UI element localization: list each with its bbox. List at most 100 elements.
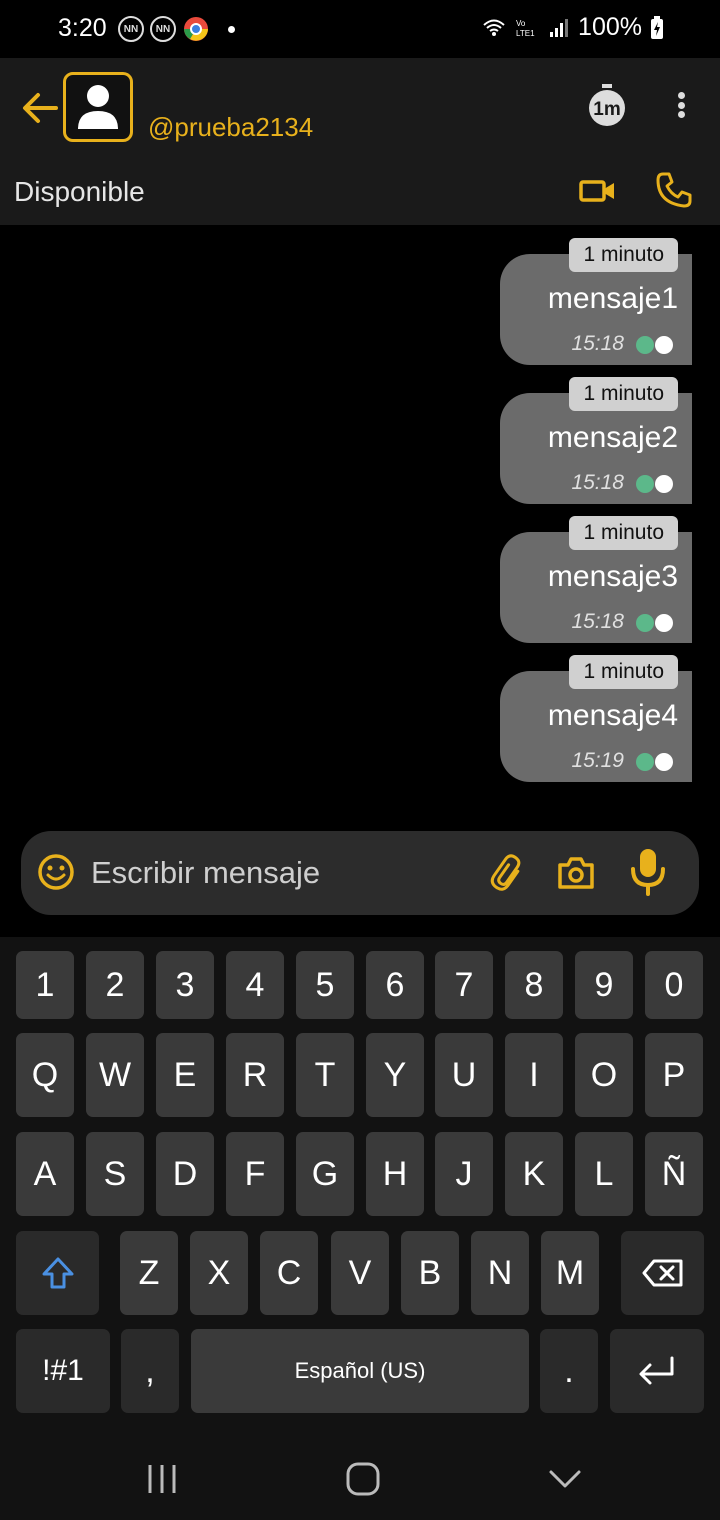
message-item[interactable]: 1 minuto mensaje4 15:19 <box>500 655 692 782</box>
message-time: 15:18 <box>571 471 624 494</box>
key-b[interactable]: B <box>401 1231 459 1315</box>
key-d[interactable]: D <box>156 1132 214 1216</box>
key-2[interactable]: 2 <box>86 951 144 1019</box>
overflow-menu-icon[interactable] <box>664 88 698 122</box>
key-p[interactable]: P <box>645 1033 703 1117</box>
message-item[interactable]: 1 minuto mensaje2 15:18 <box>500 377 692 504</box>
camera-icon[interactable] <box>556 853 596 893</box>
chat-header: @prueba2134 1m Disponible <box>0 58 720 225</box>
key-k[interactable]: K <box>505 1132 563 1216</box>
key-g[interactable]: G <box>296 1132 354 1216</box>
key-n[interactable]: N <box>471 1231 529 1315</box>
key-l[interactable]: L <box>575 1132 633 1216</box>
key-4[interactable]: 4 <box>226 951 284 1019</box>
period-key[interactable]: . <box>540 1329 598 1413</box>
back-chevron-icon[interactable] <box>545 1459 585 1499</box>
key-w[interactable]: W <box>86 1033 144 1117</box>
key-x[interactable]: X <box>190 1231 248 1315</box>
key-j[interactable]: J <box>435 1132 493 1216</box>
message-list[interactable]: 1 minuto mensaje1 15:18 1 minuto mensaje… <box>0 225 720 835</box>
notification-icons: NN NN <box>118 15 235 43</box>
key-6[interactable]: 6 <box>366 951 424 1019</box>
key-m[interactable]: M <box>541 1231 599 1315</box>
message-input[interactable] <box>91 851 471 895</box>
key-a[interactable]: A <box>16 1132 74 1216</box>
key-1[interactable]: 1 <box>16 951 74 1019</box>
key-9[interactable]: 9 <box>575 951 633 1019</box>
message-item[interactable]: 1 minuto mensaje1 15:18 <box>500 238 692 365</box>
key-t[interactable]: T <box>296 1033 354 1117</box>
contact-avatar[interactable] <box>63 72 133 142</box>
self-destruct-badge: 1 minuto <box>569 238 678 272</box>
space-key[interactable]: Español (US) <box>191 1329 529 1413</box>
home-icon[interactable] <box>343 1459 383 1499</box>
shift-key[interactable] <box>16 1231 99 1315</box>
message-text: mensaje2 <box>547 421 678 454</box>
key-z[interactable]: Z <box>120 1231 178 1315</box>
enter-icon <box>639 1356 674 1385</box>
message-time: 15:18 <box>571 332 624 355</box>
key-f[interactable]: F <box>226 1132 284 1216</box>
key-5[interactable]: 5 <box>296 951 354 1019</box>
delivered-ticks-icon <box>636 753 673 771</box>
key-h[interactable]: H <box>366 1132 424 1216</box>
timer-icon[interactable]: 1m <box>586 84 628 128</box>
svg-text:Vo: Vo <box>516 19 526 28</box>
self-destruct-badge: 1 minuto <box>569 655 678 689</box>
key-q[interactable]: Q <box>16 1033 74 1117</box>
signal-icon <box>550 18 569 37</box>
svg-text:LTE1: LTE1 <box>516 29 535 38</box>
comma-key[interactable]: , <box>121 1329 179 1413</box>
contact-status: Disponible <box>14 176 145 207</box>
enter-key[interactable] <box>610 1329 704 1413</box>
more-notifications-dot <box>228 25 235 33</box>
message-text: mensaje1 <box>547 282 678 315</box>
battery-charging-icon <box>651 15 663 39</box>
compose-bar <box>21 831 699 915</box>
emoji-icon[interactable] <box>37 853 75 891</box>
volte-icon: Vo LTE1 <box>516 19 535 38</box>
key-c[interactable]: C <box>260 1231 318 1315</box>
message-time: 15:19 <box>571 749 624 772</box>
microphone-icon[interactable] <box>628 847 668 897</box>
message-text: mensaje3 <box>547 560 678 593</box>
user-icon <box>78 85 118 129</box>
key-i[interactable]: I <box>505 1033 563 1117</box>
notification-app-icon: NN <box>150 16 176 42</box>
recent-apps-icon[interactable] <box>142 1459 182 1499</box>
key-e[interactable]: E <box>156 1033 214 1117</box>
phone-call-icon[interactable] <box>654 170 694 210</box>
key-0[interactable]: 0 <box>645 951 703 1019</box>
status-time: 3:20 <box>58 14 107 42</box>
key-u[interactable]: U <box>435 1033 493 1117</box>
contact-username[interactable]: @prueba2134 <box>148 112 313 143</box>
video-call-icon[interactable] <box>578 174 618 208</box>
key-n-tilde[interactable]: Ñ <box>645 1132 703 1216</box>
symbols-key[interactable]: !#1 <box>16 1329 110 1413</box>
delivered-ticks-icon <box>636 614 673 632</box>
back-arrow-icon[interactable] <box>18 86 62 130</box>
key-r[interactable]: R <box>226 1033 284 1117</box>
key-7[interactable]: 7 <box>435 951 493 1019</box>
timer-label: 1m <box>593 99 620 120</box>
self-destruct-badge: 1 minuto <box>569 516 678 550</box>
shift-arrow-icon <box>42 1257 73 1289</box>
status-bar: 3:20 NN NN Vo LTE1 100% <box>0 0 720 58</box>
system-nav-bar <box>0 1437 720 1520</box>
battery-percent: 100% <box>578 13 642 41</box>
key-y[interactable]: Y <box>366 1033 424 1117</box>
message-item[interactable]: 1 minuto mensaje3 15:18 <box>500 516 692 643</box>
key-o[interactable]: O <box>575 1033 633 1117</box>
backspace-key[interactable] <box>621 1231 704 1315</box>
paperclip-icon[interactable] <box>488 853 528 893</box>
key-s[interactable]: S <box>86 1132 144 1216</box>
key-3[interactable]: 3 <box>156 951 214 1019</box>
delivered-ticks-icon <box>636 336 673 354</box>
self-destruct-badge: 1 minuto <box>569 377 678 411</box>
soft-keyboard: 1 2 3 4 5 6 7 8 9 0 Q W E R T Y U I O P … <box>0 937 720 1437</box>
backspace-icon <box>642 1259 682 1287</box>
key-v[interactable]: V <box>331 1231 389 1315</box>
delivered-ticks-icon <box>636 475 673 493</box>
key-8[interactable]: 8 <box>505 951 563 1019</box>
message-text: mensaje4 <box>547 699 678 732</box>
